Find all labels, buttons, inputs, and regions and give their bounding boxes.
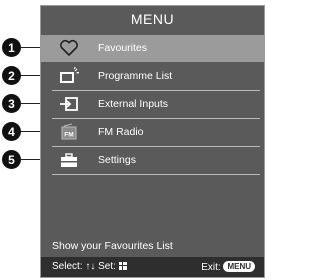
footer-exit-help: Exit: MENU <box>201 261 255 273</box>
tv-menu-panel: MENU Favourites Programme List External … <box>40 5 265 278</box>
callout-1: 1 <box>2 38 21 57</box>
callout-3: 3 <box>2 94 21 113</box>
heart-icon <box>54 38 84 58</box>
menu-item-favourites[interactable]: Favourites <box>41 35 264 62</box>
toolbox-icon <box>54 150 84 170</box>
footer-navigation-help: Select: ↑↓ Set: <box>52 261 127 272</box>
radio-icon: FM <box>54 122 84 142</box>
callout-4: 4 <box>2 122 21 141</box>
menu-button-icon: MENU <box>223 261 255 272</box>
callout-5: 5 <box>2 150 21 169</box>
menu-item-label: External Inputs <box>98 98 169 110</box>
menu-item-fm-radio[interactable]: FM FM Radio <box>41 119 264 146</box>
exit-label: Exit: <box>201 262 221 273</box>
menu-item-label: Programme List <box>98 70 173 82</box>
callout-2: 2 <box>2 66 21 85</box>
menu-title: MENU <box>130 11 175 27</box>
set-label: Set: <box>98 261 116 272</box>
arrow-up-down-icon: ↑↓ <box>85 261 96 272</box>
menu-item-label: FM Radio <box>98 126 144 138</box>
footer-bar: Select: ↑↓ Set: Exit: MENU <box>41 257 264 277</box>
menu-item-label: Favourites <box>98 42 148 54</box>
ok-button-icon <box>118 262 127 270</box>
select-label: Select: <box>52 261 83 272</box>
divider <box>52 174 260 175</box>
input-icon <box>54 94 84 114</box>
menu-item-label: Settings <box>98 154 136 166</box>
help-text: Show your Favourites List <box>52 240 173 252</box>
menu-item-external-inputs[interactable]: External Inputs <box>41 91 264 118</box>
menu-item-programme-list[interactable]: Programme List <box>41 63 264 90</box>
tv-list-icon <box>54 66 84 86</box>
menu-item-settings[interactable]: Settings <box>41 147 264 174</box>
svg-text:FM: FM <box>64 132 73 139</box>
